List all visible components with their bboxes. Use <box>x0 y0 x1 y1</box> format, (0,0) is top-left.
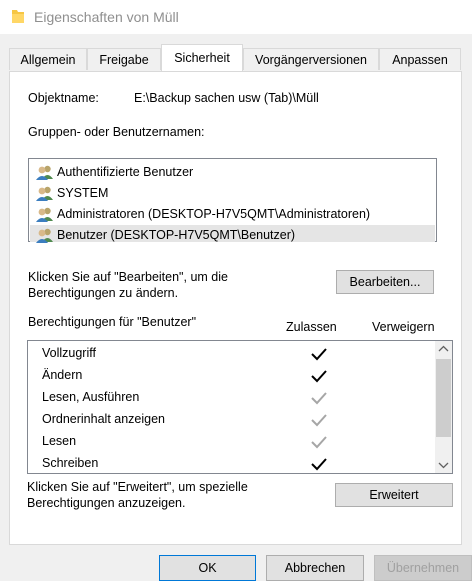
chevron-up-icon[interactable] <box>435 341 452 358</box>
advanced-button[interactable]: Erweitert <box>335 483 453 507</box>
allow-column-header: Zulassen <box>286 320 337 334</box>
user-item-label: Administratoren (DESKTOP-H7V5QMT\Adminis… <box>57 207 371 221</box>
groups-label: Gruppen- oder Benutzernamen: <box>28 125 205 139</box>
permission-row: Ändern <box>28 365 432 387</box>
tab-freigabe[interactable]: Freigabe <box>87 48 161 70</box>
advanced-hint: Klicken Sie auf "Erweitert", um speziell… <box>27 480 248 510</box>
tab-allgemein[interactable]: Allgemein <box>9 48 87 70</box>
permission-row: Schreiben <box>28 453 432 473</box>
tab-vorgaengerversionen[interactable]: Vorgängerversionen <box>243 48 379 70</box>
users-icon <box>36 186 53 201</box>
chevron-down-icon[interactable] <box>435 456 452 473</box>
permission-row: Vollzugriff <box>28 343 432 365</box>
user-item-label: SYSTEM <box>57 186 109 200</box>
users-icon <box>36 207 53 222</box>
apply-button[interactable]: Übernehmen <box>374 555 472 581</box>
user-item[interactable]: Authentifizierte Benutzer <box>30 162 435 183</box>
checkmark-icon <box>311 458 327 471</box>
checkmark-icon <box>311 348 327 361</box>
user-list[interactable]: Authentifizierte Benutzer SYSTEM Adminis… <box>28 158 437 243</box>
tab-sicherheit[interactable]: Sicherheit <box>161 44 243 71</box>
checkmark-icon-disabled <box>311 392 327 405</box>
checkmark-icon-disabled <box>311 436 327 449</box>
object-name-label: Objektname: <box>28 91 99 105</box>
permission-name: Ordnerinhalt anzeigen <box>42 412 165 426</box>
title-bar: Eigenschaften von Müll <box>0 0 472 34</box>
ok-button[interactable]: OK <box>159 555 256 581</box>
permissions-scrollbar[interactable] <box>435 341 452 473</box>
window-title: Eigenschaften von Müll <box>34 9 179 25</box>
permission-name: Ändern <box>42 368 83 382</box>
permissions-label: Berechtigungen für "Benutzer" <box>28 315 197 329</box>
deny-column-header: Verweigern <box>372 320 435 334</box>
user-item-label: Authentifizierte Benutzer <box>57 165 194 179</box>
permission-name: Lesen, Ausführen <box>42 390 140 404</box>
users-icon <box>36 228 53 243</box>
permission-name: Schreiben <box>42 456 99 470</box>
edit-hint: Klicken Sie auf "Bearbeiten", um die Ber… <box>28 270 228 300</box>
user-item-selected[interactable]: Benutzer (DESKTOP-H7V5QMT\Benutzer) <box>30 225 435 243</box>
tab-anpassen[interactable]: Anpassen <box>379 48 461 70</box>
edit-button[interactable]: Bearbeiten... <box>336 270 434 294</box>
permission-name: Vollzugriff <box>42 346 96 360</box>
permissions-list[interactable]: Vollzugriff Ändern Lesen, Ausführen Ordn… <box>27 340 453 474</box>
users-icon <box>36 165 53 180</box>
user-item-label: Benutzer (DESKTOP-H7V5QMT\Benutzer) <box>57 228 296 242</box>
permission-row: Ordnerinhalt anzeigen <box>28 409 432 431</box>
folder-icon <box>12 10 24 23</box>
scrollbar-thumb[interactable] <box>436 359 451 437</box>
object-name-value: E:\Backup sachen usw (Tab)\Müll <box>134 91 319 105</box>
user-item[interactable]: Administratoren (DESKTOP-H7V5QMT\Adminis… <box>30 204 435 225</box>
cancel-button[interactable]: Abbrechen <box>266 555 364 581</box>
user-item[interactable]: SYSTEM <box>30 183 435 204</box>
checkmark-icon-disabled <box>311 414 327 427</box>
permission-row: Lesen <box>28 431 432 453</box>
permission-name: Lesen <box>42 434 77 448</box>
tab-strip: Allgemein Freigabe Sicherheit Vorgängerv… <box>0 34 472 72</box>
checkmark-icon <box>311 370 327 383</box>
permission-row: Lesen, Ausführen <box>28 387 432 409</box>
